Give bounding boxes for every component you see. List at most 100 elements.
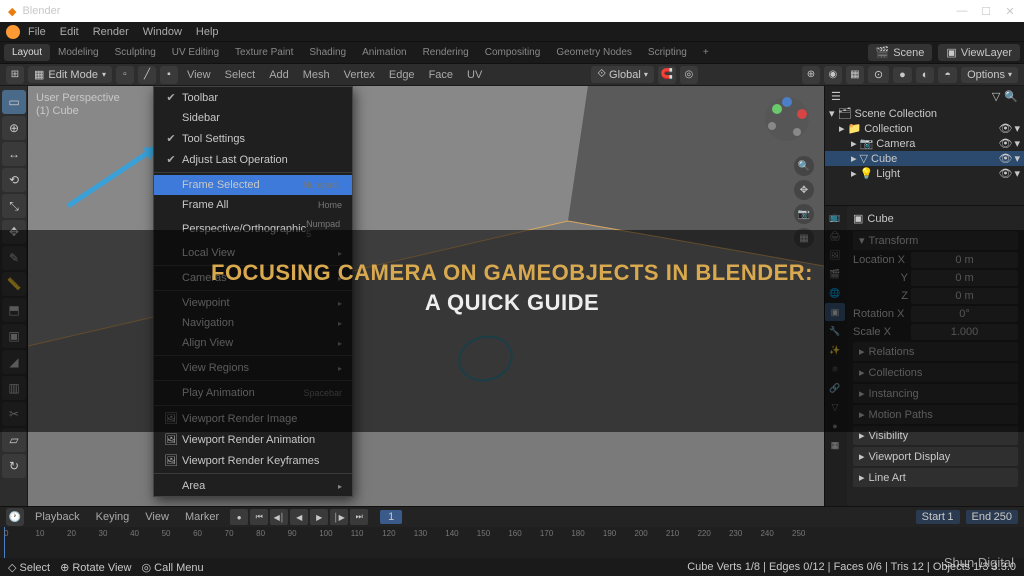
- proportional-icon[interactable]: ◎: [680, 66, 698, 84]
- view-menu-perspective-orthographic[interactable]: Perspective/OrthographicNumpad 5: [154, 215, 352, 243]
- menu-edit[interactable]: Edit: [54, 24, 85, 40]
- tl-menu-playback[interactable]: Playback: [30, 509, 85, 525]
- tool-scale[interactable]: ⤡: [2, 194, 26, 218]
- tool-annotate[interactable]: ✎: [2, 246, 26, 270]
- viewport-menu-vertex[interactable]: Vertex: [339, 67, 380, 83]
- tool-select[interactable]: ▭: [2, 90, 26, 114]
- view-menu-local-view[interactable]: Local View: [154, 243, 352, 263]
- view-menu-area[interactable]: Area: [154, 476, 352, 496]
- orientation-dropdown[interactable]: ⟐Global▾: [591, 66, 653, 83]
- outliner-item-light[interactable]: ▸💡Light👁▾: [825, 166, 1024, 181]
- tab-compositing[interactable]: Compositing: [477, 44, 549, 61]
- field-scale-x[interactable]: 1.000: [911, 324, 1018, 340]
- proptab-world[interactable]: 🌐: [825, 284, 845, 302]
- current-frame[interactable]: 1: [380, 510, 402, 524]
- tool-inset[interactable]: ▣: [2, 324, 26, 348]
- gizmo-toggle-icon[interactable]: ⊕: [802, 66, 820, 84]
- viewport-3d[interactable]: User Perspective (1) Cube 🔍 ✥ 📷 ▦ ✔Toolb…: [28, 86, 824, 506]
- tool-loopcut[interactable]: ▥: [2, 376, 26, 400]
- view-menu-viewport-render-animation[interactable]: 🖼Viewport Render Animation: [154, 429, 352, 450]
- tl-autokey[interactable]: ●: [230, 509, 248, 525]
- panel-visibility[interactable]: ▸Visibility: [853, 426, 1018, 445]
- proptab-output[interactable]: 🖨: [825, 227, 845, 245]
- viewlayer-selector[interactable]: ▣ViewLayer: [938, 44, 1020, 61]
- tl-play[interactable]: ▶: [310, 509, 328, 525]
- tab-add[interactable]: +: [695, 44, 717, 61]
- tab-layout[interactable]: Layout: [4, 44, 50, 61]
- menu-window[interactable]: Window: [137, 24, 188, 40]
- proptab-data[interactable]: ▽: [825, 398, 845, 416]
- tl-menu-keying[interactable]: Keying: [91, 509, 135, 525]
- frame-end[interactable]: End 250: [966, 510, 1018, 524]
- vertex-select-icon[interactable]: ▫: [116, 66, 134, 84]
- scene-selector[interactable]: 🎬Scene: [868, 44, 933, 61]
- view-menu-tool-settings[interactable]: ✔Tool Settings: [154, 128, 352, 149]
- view-menu-cameras[interactable]: Cameras: [154, 268, 352, 288]
- tool-poly[interactable]: ▱: [2, 428, 26, 452]
- outliner-type-icon[interactable]: ☰: [831, 90, 841, 103]
- tool-cursor[interactable]: ⊕: [2, 116, 26, 140]
- shading-material[interactable]: ◐: [916, 67, 935, 83]
- tab-uvediting[interactable]: UV Editing: [164, 44, 227, 61]
- shading-wireframe[interactable]: ⊙: [868, 66, 889, 83]
- field-loc-x[interactable]: 0 m: [911, 252, 1018, 268]
- tl-next-key[interactable]: │▶: [330, 509, 348, 525]
- camera-view-icon[interactable]: 📷: [794, 204, 814, 224]
- view-menu-adjust-last-operation[interactable]: ✔Adjust Last Operation: [154, 149, 352, 170]
- panel-viewport-display[interactable]: ▸Viewport Display: [853, 447, 1018, 466]
- outliner-scene-collection[interactable]: ▾🗂Scene Collection: [825, 106, 1024, 121]
- tool-knife[interactable]: ✂: [2, 402, 26, 426]
- tool-transform[interactable]: ✥: [2, 220, 26, 244]
- move-view-icon[interactable]: ✥: [794, 180, 814, 200]
- viewport-menu-uv[interactable]: UV: [462, 67, 487, 83]
- editor-type-icon[interactable]: ⊞: [6, 66, 24, 84]
- panel-motion-paths[interactable]: ▸Motion Paths: [853, 405, 1018, 424]
- panel-relations[interactable]: ▸Relations: [853, 342, 1018, 361]
- proptab-viewlayer[interactable]: 🖼: [825, 246, 845, 264]
- view-menu-viewpoint[interactable]: Viewpoint: [154, 293, 352, 313]
- menu-file[interactable]: File: [22, 24, 52, 40]
- tl-play-rev[interactable]: ◀: [290, 509, 308, 525]
- shading-solid[interactable]: ●: [893, 67, 912, 83]
- xray-icon[interactable]: ▦: [846, 66, 864, 84]
- tl-jump-start[interactable]: ⏮: [250, 509, 268, 525]
- tl-menu-marker[interactable]: Marker: [180, 509, 224, 525]
- panel-collections[interactable]: ▸Collections: [853, 363, 1018, 382]
- proptab-render[interactable]: 📺: [825, 208, 845, 226]
- view-menu-viewport-render-keyframes[interactable]: 🖼Viewport Render Keyframes: [154, 450, 352, 471]
- field-rot-x[interactable]: 0°: [911, 306, 1018, 322]
- tab-sculpting[interactable]: Sculpting: [107, 44, 164, 61]
- view-menu-navigation[interactable]: Navigation: [154, 313, 352, 333]
- tab-rendering[interactable]: Rendering: [415, 44, 477, 61]
- zoom-icon[interactable]: 🔍: [794, 156, 814, 176]
- timeline-type-icon[interactable]: 🕐: [6, 508, 24, 526]
- menu-render[interactable]: Render: [87, 24, 135, 40]
- viewport-menu-add[interactable]: Add: [264, 67, 294, 83]
- face-select-icon[interactable]: ▪: [160, 66, 178, 84]
- proptab-constraints[interactable]: 🔗: [825, 379, 845, 397]
- proptab-physics[interactable]: ⚛: [825, 360, 845, 378]
- view-menu-frame-all[interactable]: Frame AllHome: [154, 195, 352, 215]
- tab-geonodes[interactable]: Geometry Nodes: [548, 44, 640, 61]
- view-menu-view-regions[interactable]: View Regions: [154, 358, 352, 378]
- tool-measure[interactable]: 📏: [2, 272, 26, 296]
- tool-rotate[interactable]: ⟲: [2, 168, 26, 192]
- outliner-item-cube[interactable]: ▸▽Cube👁▾: [825, 151, 1024, 166]
- persp-ortho-icon[interactable]: ▦: [794, 228, 814, 248]
- tab-scripting[interactable]: Scripting: [640, 44, 695, 61]
- mode-dropdown[interactable]: ▦Edit Mode▾: [28, 66, 112, 83]
- edge-select-icon[interactable]: ╱: [138, 66, 156, 84]
- outliner-item-camera[interactable]: ▸📷Camera👁▾: [825, 136, 1024, 151]
- proptab-modifiers[interactable]: 🔧: [825, 322, 845, 340]
- proptab-object[interactable]: ▣: [825, 303, 845, 321]
- maximize-button[interactable]: ☐: [980, 5, 992, 18]
- tab-texpaint[interactable]: Texture Paint: [227, 44, 301, 61]
- tl-menu-view[interactable]: View: [140, 509, 174, 525]
- options-dropdown[interactable]: Options▾: [961, 67, 1018, 83]
- panel-line-art[interactable]: ▸Line Art: [853, 468, 1018, 487]
- view-menu-toolbar[interactable]: ✔Toolbar: [154, 87, 352, 108]
- shading-rendered[interactable]: ◓: [938, 67, 957, 83]
- view-menu-viewport-render-image[interactable]: 🖼Viewport Render Image: [154, 408, 352, 429]
- panel-transform[interactable]: ▾Transform: [853, 231, 1018, 250]
- proptab-material[interactable]: ●: [825, 417, 845, 435]
